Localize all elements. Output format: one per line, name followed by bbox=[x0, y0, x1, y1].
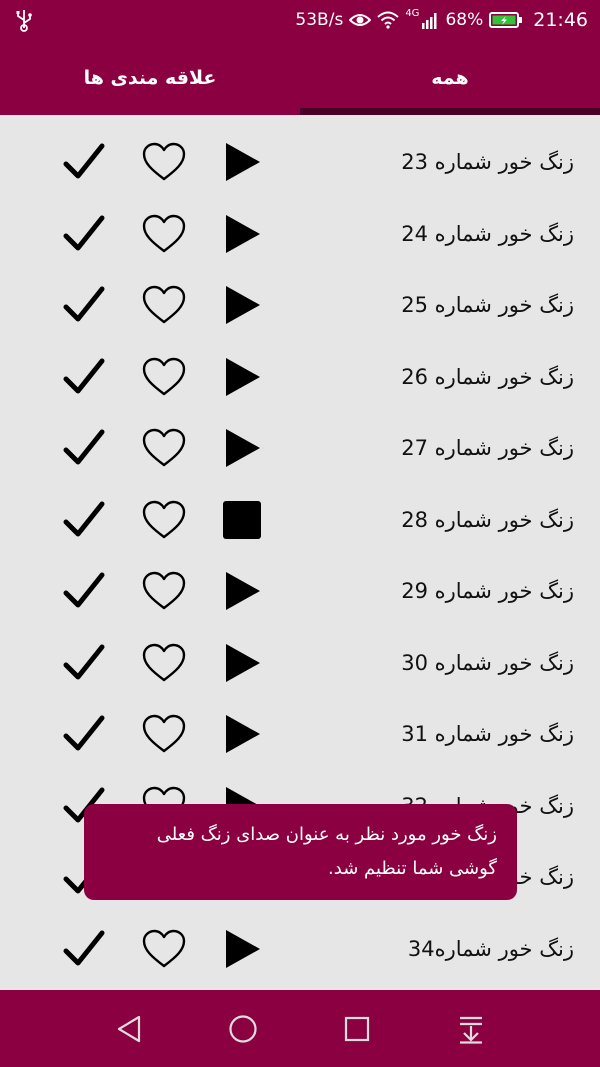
eye-icon bbox=[349, 14, 372, 26]
ringtone-title: زنگ خور شماره 24 bbox=[401, 221, 574, 246]
favorite-heart-icon[interactable] bbox=[136, 627, 192, 699]
ringtone-title: زنگ خور شماره 25 bbox=[401, 293, 574, 317]
status-indicators: 53B/s 4G 68% 21:46 bbox=[295, 0, 588, 40]
play-icon[interactable] bbox=[214, 412, 270, 484]
ringtone-row: زنگ خور شماره 28 bbox=[0, 484, 600, 556]
set-ringtone-check-icon[interactable] bbox=[56, 126, 112, 198]
set-ringtone-check-icon[interactable] bbox=[56, 412, 112, 484]
tab-favorites-label: علاقه مندی ها bbox=[83, 66, 217, 89]
set-ringtone-check-icon[interactable] bbox=[56, 269, 112, 341]
battery-percent: 68% bbox=[445, 10, 484, 30]
favorite-heart-icon[interactable] bbox=[136, 126, 192, 198]
stop-icon[interactable] bbox=[214, 484, 270, 556]
network-type: 4G bbox=[405, 7, 420, 19]
play-icon[interactable] bbox=[214, 126, 270, 198]
ringtone-title: زنگ خور شماره 31 bbox=[401, 722, 574, 746]
play-icon[interactable] bbox=[214, 269, 270, 341]
ringtone-row: زنگ خور شماره 31 bbox=[0, 698, 600, 770]
home-icon bbox=[229, 1014, 257, 1043]
favorite-heart-icon[interactable] bbox=[136, 913, 192, 985]
ringtone-row: زنگ خور شماره34 bbox=[0, 913, 600, 985]
favorite-heart-icon[interactable] bbox=[136, 698, 192, 770]
favorite-heart-icon[interactable] bbox=[136, 484, 192, 556]
ringtone-title: زنگ خور شماره 23 bbox=[401, 150, 574, 174]
set-ringtone-check-icon[interactable] bbox=[56, 913, 112, 985]
tab-all[interactable]: همه bbox=[300, 40, 600, 115]
toast-line-1: زنگ خور مورد نظر به عنوان صدای زنگ فعلی bbox=[156, 824, 497, 845]
notification-pulldown-icon bbox=[460, 1016, 482, 1044]
play-icon[interactable] bbox=[214, 341, 270, 413]
home-button[interactable] bbox=[208, 990, 278, 1067]
set-ringtone-check-icon[interactable] bbox=[56, 198, 112, 270]
signal-icon bbox=[422, 13, 437, 29]
ringtone-title: زنگ خور شماره 28 bbox=[401, 507, 574, 532]
ringtone-row: زنگ خور شماره 26 bbox=[0, 341, 600, 413]
set-ringtone-check-icon[interactable] bbox=[56, 555, 112, 627]
play-icon[interactable] bbox=[214, 913, 270, 985]
tab-favorites[interactable]: علاقه مندی ها bbox=[0, 40, 300, 115]
recents-icon bbox=[344, 1016, 370, 1041]
wifi-icon bbox=[377, 11, 399, 29]
set-ringtone-check-icon[interactable] bbox=[56, 341, 112, 413]
notification-pulldown-button[interactable] bbox=[436, 990, 506, 1067]
back-button[interactable] bbox=[94, 990, 164, 1067]
clock: 21:46 bbox=[533, 9, 588, 31]
favorite-heart-icon[interactable] bbox=[136, 412, 192, 484]
ringtone-title: زنگ خور شماره34 bbox=[407, 936, 574, 961]
play-icon[interactable] bbox=[214, 555, 270, 627]
set-ringtone-check-icon[interactable] bbox=[56, 484, 112, 556]
toast-line-2: گوشی شما تنظیم شد. bbox=[328, 858, 497, 879]
favorite-heart-icon[interactable] bbox=[136, 269, 192, 341]
ringtone-row: زنگ خور شماره 29 bbox=[0, 555, 600, 627]
tab-bar: همه علاقه مندی ها bbox=[0, 40, 600, 115]
ringtone-title: زنگ خور شماره 27 bbox=[401, 436, 574, 460]
usb-icon bbox=[16, 10, 32, 32]
battery-charging-icon bbox=[489, 12, 523, 28]
play-icon[interactable] bbox=[214, 627, 270, 699]
set-ringtone-check-icon[interactable] bbox=[56, 698, 112, 770]
ringtone-title: زنگ خور شماره 29 bbox=[401, 579, 574, 603]
favorite-heart-icon[interactable] bbox=[136, 198, 192, 270]
favorite-heart-icon[interactable] bbox=[136, 341, 192, 413]
recents-button[interactable] bbox=[322, 990, 392, 1067]
ringtone-row: زنگ خور شماره 25 bbox=[0, 269, 600, 341]
ringtone-title: زنگ خور شماره 26 bbox=[401, 364, 574, 389]
status-bar: 53B/s 4G 68% 21:46 bbox=[0, 0, 600, 40]
ringtone-row: زنگ خور شماره 30 bbox=[0, 627, 600, 699]
set-ringtone-check-icon[interactable] bbox=[56, 627, 112, 699]
tab-all-label: همه bbox=[431, 66, 469, 89]
navigation-bar bbox=[0, 990, 600, 1067]
play-icon[interactable] bbox=[214, 198, 270, 270]
play-icon[interactable] bbox=[214, 698, 270, 770]
tab-selected-indicator bbox=[300, 108, 600, 115]
ringtone-title: زنگ خور شماره 30 bbox=[401, 650, 574, 675]
network-speed: 53B/s bbox=[295, 10, 344, 30]
back-icon bbox=[117, 1015, 141, 1042]
ringtone-row: زنگ خور شماره 27 bbox=[0, 412, 600, 484]
favorite-heart-icon[interactable] bbox=[136, 555, 192, 627]
ringtone-row: زنگ خور شماره 24 bbox=[0, 198, 600, 270]
toast-message: زنگ خور مورد نظر به عنوان صدای زنگ فعلی … bbox=[84, 804, 517, 900]
ringtone-row: زنگ خور شماره 23 bbox=[0, 126, 600, 198]
